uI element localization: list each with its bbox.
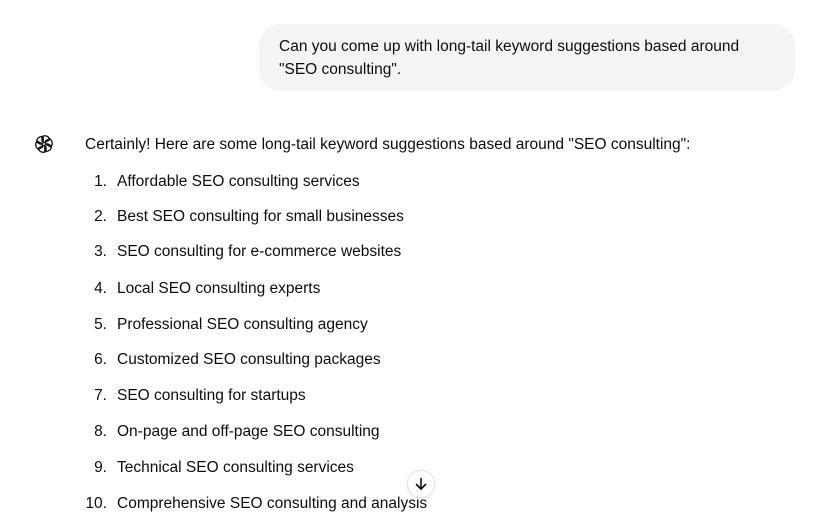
list-item-text: Comprehensive SEO consulting and analysi… xyxy=(117,495,428,512)
list-item-number: 7. xyxy=(94,387,107,404)
list-item-text: Technical SEO consulting services xyxy=(117,459,354,476)
user-message-line: "SEO consulting". xyxy=(279,61,402,78)
list-item-number: 2. xyxy=(94,208,107,225)
user-message-line: Can you come up with long-tail keyword s… xyxy=(279,38,740,55)
arrow-down-icon xyxy=(415,477,427,490)
list-item-number: 1. xyxy=(94,173,107,190)
list-item-number: 9. xyxy=(94,459,107,476)
scroll-to-bottom-button[interactable] xyxy=(407,470,435,498)
list-item-text: SEO consulting for startups xyxy=(117,387,306,404)
user-message-bubble: Can you come up with long-tail keyword s… xyxy=(259,24,795,91)
chatgpt-logo-icon xyxy=(33,133,55,155)
list-item-text: On-page and off-page SEO consulting xyxy=(117,423,380,440)
list-item-number: 6. xyxy=(94,351,107,368)
list-item-text: Local SEO consulting experts xyxy=(117,280,321,297)
list-item-number: 8. xyxy=(94,423,107,440)
list-item-number: 3. xyxy=(94,243,107,260)
list-item-number: 4. xyxy=(94,280,107,297)
list-item-text: SEO consulting for e-commerce websites xyxy=(117,243,402,260)
list-item-number: 5. xyxy=(94,316,107,333)
list-item-text: Best SEO consulting for small businesses xyxy=(117,208,404,225)
list-item-number: 10. xyxy=(85,495,107,512)
list-item-text: Customized SEO consulting packages xyxy=(117,351,381,368)
assistant-intro-text: Certainly! Here are some long-tail keywo… xyxy=(85,136,691,153)
list-item-text: Affordable SEO consulting services xyxy=(117,173,360,190)
list-item-text: Professional SEO consulting agency xyxy=(117,316,368,333)
